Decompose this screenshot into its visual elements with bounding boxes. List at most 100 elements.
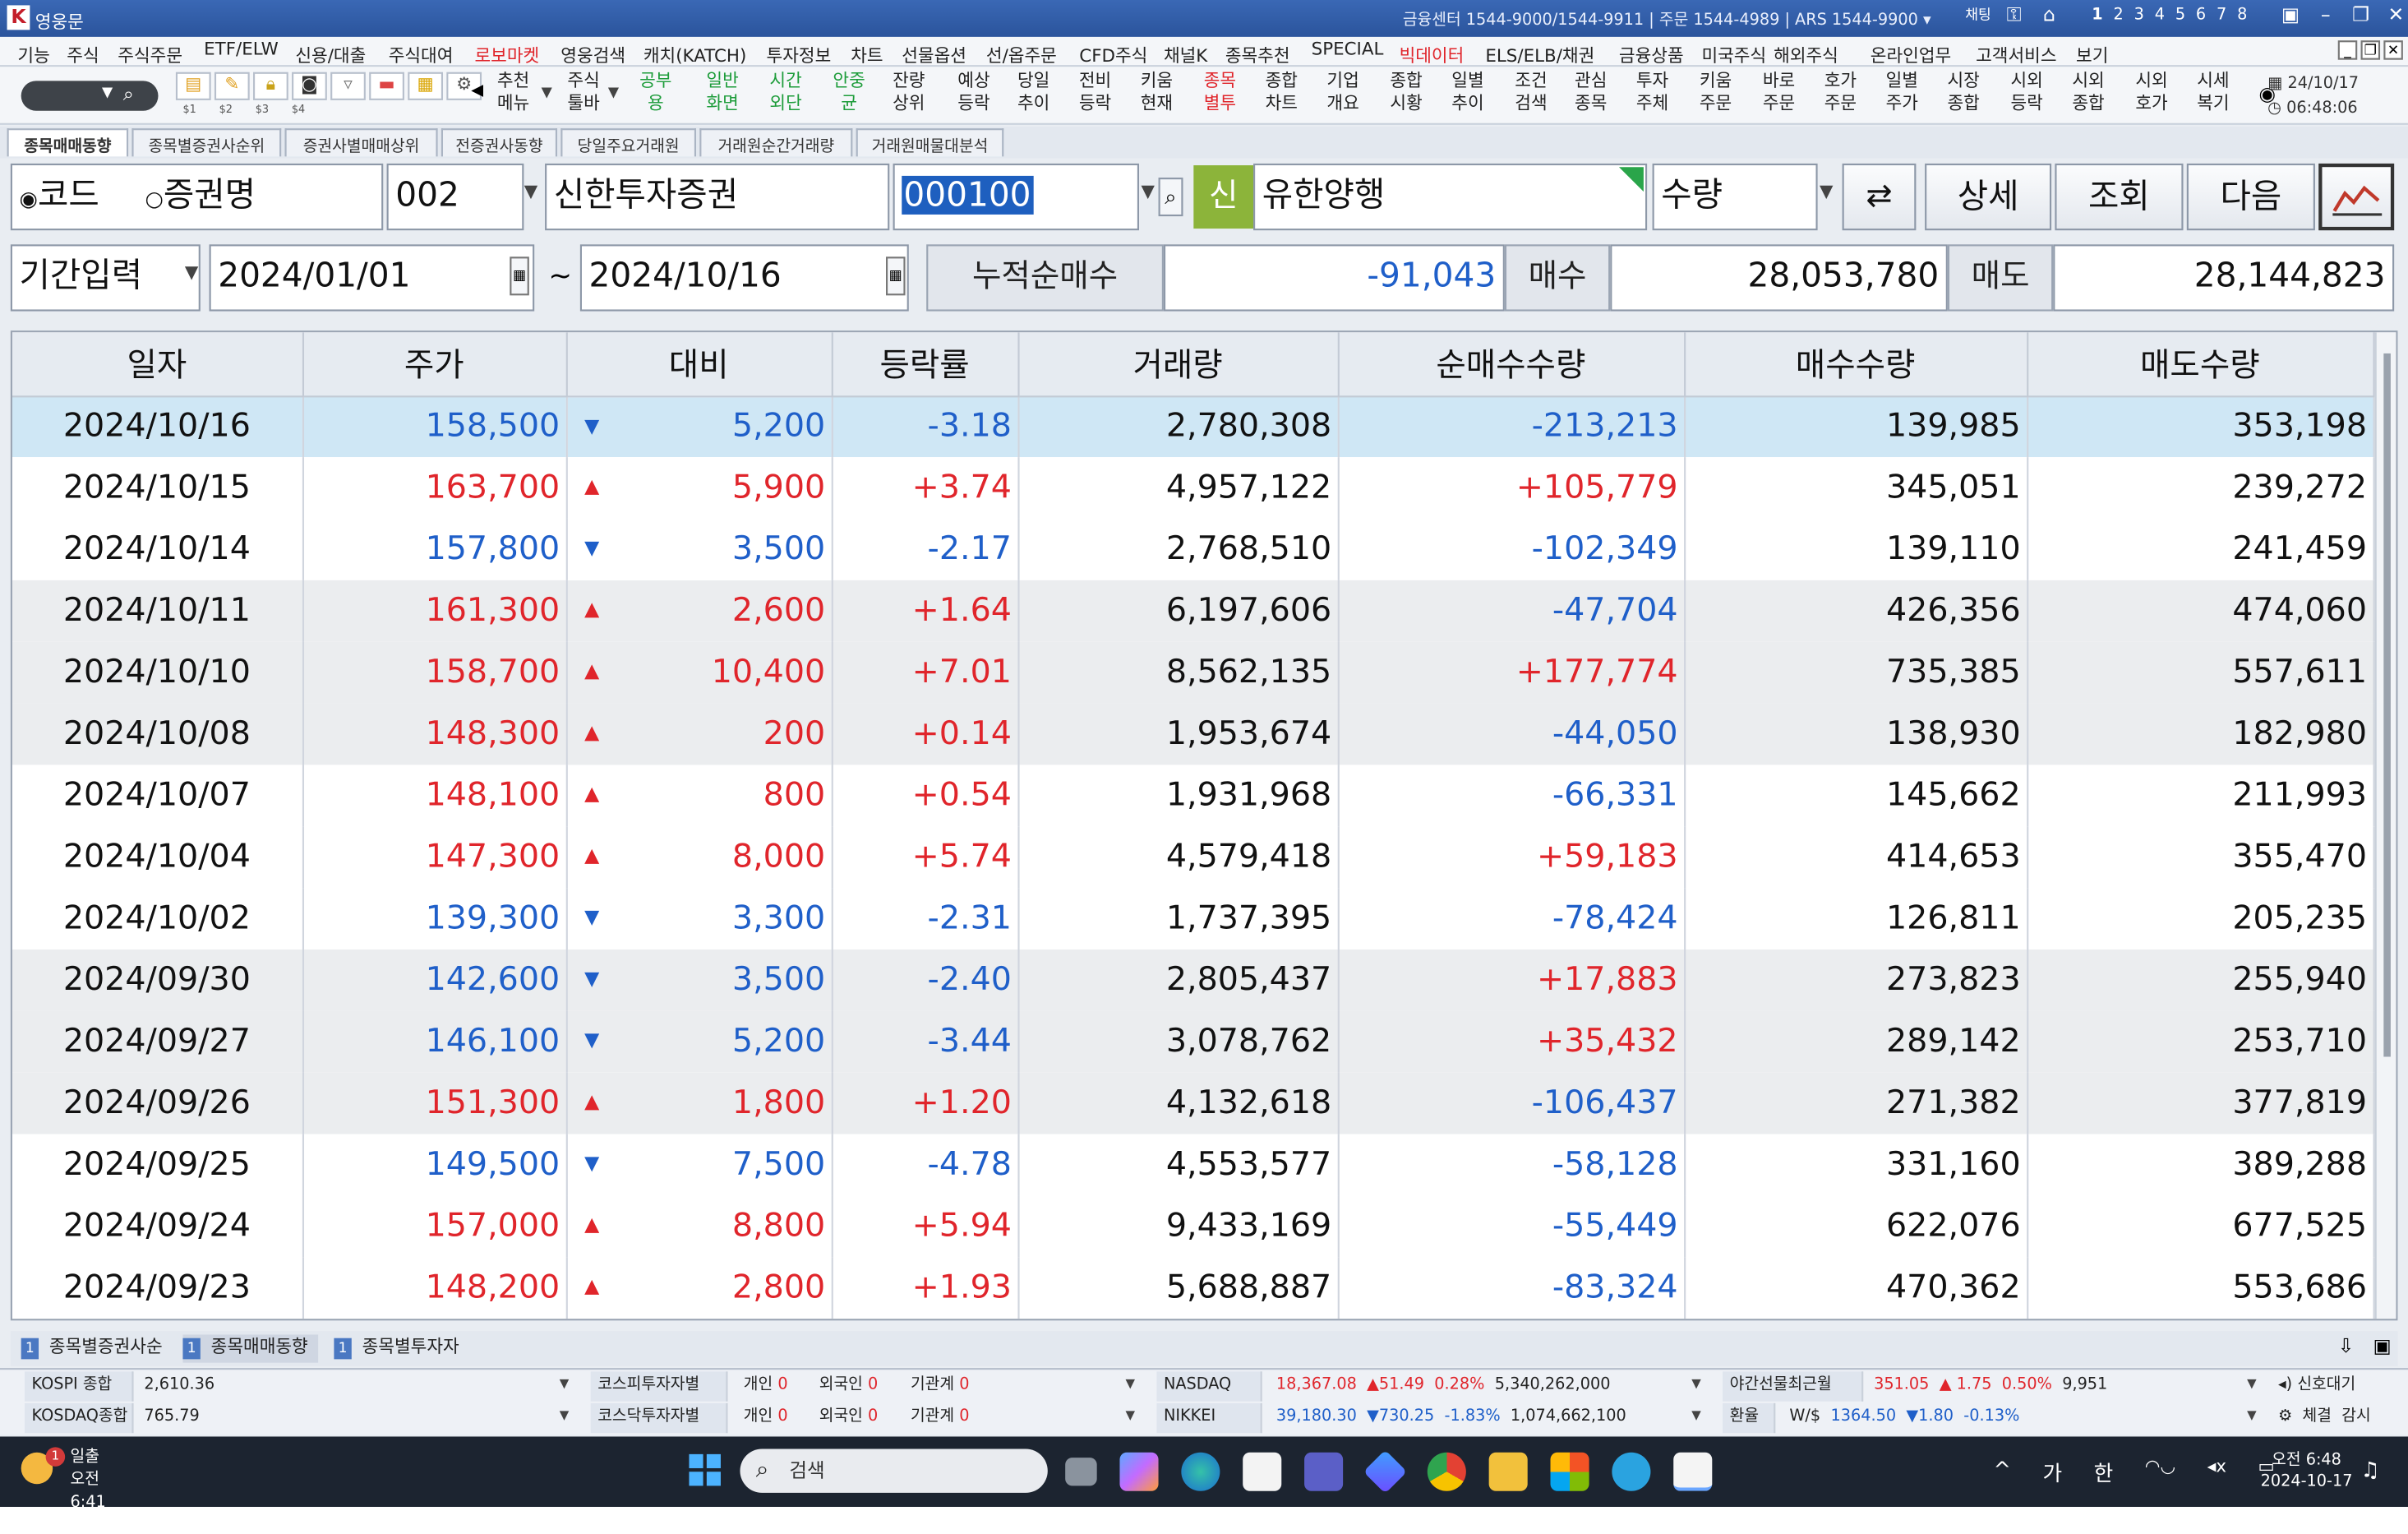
close-icon[interactable]: ✕ <box>2383 3 2408 28</box>
calendar-app-icon[interactable] <box>1243 1452 1282 1491</box>
toolbar-shortcut-button[interactable]: 키움 주문 <box>1687 71 1743 117</box>
toolbar-slot[interactable]: $4 <box>292 104 305 116</box>
column-header[interactable]: 주가 <box>302 332 567 397</box>
home-icon[interactable]: ⌂ <box>2037 3 2061 28</box>
screen-number-tab[interactable]: 5 <box>2175 7 2185 25</box>
table-row[interactable]: 2024/10/14 157,800 ▼ 3,500 -2.17 2,768,510 -10… <box>12 518 2374 580</box>
column-header[interactable]: 일자 <box>12 332 303 397</box>
toolbar-shortcut-button[interactable]: 관심 종목 <box>1562 71 1618 117</box>
toolbar-shortcut-button[interactable]: 추천 메뉴 <box>485 71 541 117</box>
volume-icon[interactable]: ◂x <box>2207 1458 2226 1487</box>
bottom-window-tab[interactable]: 1 종목별증권사순 <box>21 1334 173 1362</box>
windows-start-icon[interactable] <box>689 1453 721 1486</box>
nikkei-label[interactable]: NIKKEI <box>1156 1402 1262 1434</box>
bottom-window-tab[interactable]: 1 종목매매동향 <box>182 1334 319 1363</box>
mdi-close-icon[interactable]: ✕ <box>2383 40 2403 60</box>
toolbar-shortcut-button[interactable]: 기업 개요 <box>1315 71 1371 117</box>
menu-item[interactable]: 주식 <box>67 40 99 67</box>
taskbar-search[interactable]: ⌕ 검색 <box>740 1449 1048 1493</box>
table-row[interactable]: 2024/10/08 148,300 ▲ 200 +0.14 1,953,674 -44,0… <box>12 703 2374 765</box>
lock-icon[interactable]: ⚿ <box>2002 3 2027 28</box>
contact-info[interactable]: 금융센터 1544-9000/1544-9911 | 주문 1544-4989 … <box>1403 7 1931 30</box>
date-from-field[interactable]: 2024/01/01 <box>209 244 535 312</box>
wifi-icon[interactable]: ◠◡ <box>2145 1458 2175 1487</box>
menu-item[interactable]: 금융상품 <box>1619 40 1684 67</box>
broker-code-field[interactable]: 002 <box>386 163 524 231</box>
chevron-down-icon[interactable]: ▼ <box>1687 1377 1705 1391</box>
store-icon[interactable] <box>1550 1452 1589 1491</box>
scrollbar-thumb[interactable] <box>2383 353 2391 1057</box>
chat-label[interactable]: 채팅 <box>1965 3 1991 28</box>
table-row[interactable]: 2024/10/02 139,300 ▼ 3,300 -2.31 1,737,395 -78… <box>12 888 2374 950</box>
toolbar-shortcut-button[interactable]: 시간 외단 <box>758 71 814 117</box>
table-scrollbar[interactable] <box>2374 332 2396 1319</box>
broker-code-dropdown-icon[interactable]: ▼ <box>522 183 539 202</box>
calendar-icon[interactable]: ▦ <box>886 256 906 296</box>
hero-trading-app-icon[interactable] <box>1673 1452 1713 1491</box>
ime-mode[interactable]: 한 <box>2094 1458 2114 1487</box>
screen-tab[interactable]: 종목별증권사순위 <box>131 128 282 157</box>
unit-dropdown-icon[interactable]: ▼ <box>1818 183 1835 202</box>
stock-search-icon[interactable]: ⌕ <box>1158 178 1183 217</box>
telegram-icon[interactable] <box>1612 1452 1651 1491</box>
signal-wait[interactable]: ◂) 신호대기 <box>2278 1371 2355 1401</box>
chrome-icon[interactable] <box>1427 1452 1466 1491</box>
menu-item[interactable]: 투자정보 <box>767 40 832 67</box>
column-header[interactable]: 매도수량 <box>2027 332 2374 397</box>
screen-number-tab[interactable]: 1 <box>2092 7 2102 25</box>
memo-icon[interactable]: ▦ <box>408 72 444 100</box>
task-view-icon[interactable] <box>1065 1458 1097 1486</box>
screen-tab[interactable]: 거래원매물대분석 <box>856 128 1004 157</box>
chevron-down-icon[interactable]: ▼ <box>1122 1408 1139 1422</box>
chevron-down-icon[interactable]: ▼ <box>2243 1408 2260 1422</box>
mdi-restore-icon[interactable]: ❐ <box>2360 40 2381 60</box>
toolbar-shortcut-button[interactable]: 안중 균 <box>821 71 877 117</box>
kosdaq-label[interactable]: KOSDAQ종합 <box>24 1402 134 1434</box>
query-button[interactable]: 조회 <box>2055 163 2184 231</box>
nasdaq-label[interactable]: NASDAQ <box>1156 1371 1262 1402</box>
menu-item[interactable]: 빅데이터 <box>1400 40 1465 67</box>
pencil-icon[interactable]: ✎ <box>214 72 250 100</box>
toolbar-shortcut-button[interactable]: 바로 주문 <box>1751 71 1806 117</box>
menu-item[interactable]: 로보마켓 <box>475 40 540 67</box>
menu-item[interactable]: 신용/대출 <box>295 40 366 67</box>
search-icon[interactable]: ⌕ <box>123 83 134 108</box>
ime-language[interactable]: 가 <box>2043 1458 2063 1487</box>
mdi-minimize-icon[interactable]: _ <box>2337 40 2358 60</box>
stock-code-field[interactable]: 000100 <box>893 163 1140 231</box>
notepad-icon[interactable]: ▤ <box>175 72 211 100</box>
radio-code[interactable]: ◉코드 <box>20 176 99 215</box>
menu-item[interactable]: 기능 <box>17 40 49 67</box>
screen-tab[interactable]: 당일주요거래원 <box>560 128 697 157</box>
menu-item[interactable]: 종목추천 <box>1225 40 1290 67</box>
toolbar-shortcut-button[interactable]: 일별 주가 <box>1874 71 1930 117</box>
table-row[interactable]: 2024/10/04 147,300 ▲ 8,000 +5.74 4,579,418 +59… <box>12 826 2374 889</box>
toolbar-shortcut-button[interactable]: 종합 차트 <box>1253 71 1309 117</box>
menu-item[interactable]: 차트 <box>851 40 883 67</box>
stock-code-dropdown-icon[interactable]: ▼ <box>1139 183 1156 202</box>
filter-icon[interactable]: ▿ <box>330 72 366 100</box>
menu-item[interactable]: 영웅검색 <box>560 40 625 67</box>
toolbar-shortcut-button[interactable]: 주식 툴바 <box>556 71 611 117</box>
toolbar-shortcut-button[interactable]: 호가 주문 <box>1812 71 1868 117</box>
menu-item[interactable]: 보기 <box>2076 40 2108 67</box>
table-row[interactable]: 2024/10/10 158,700 ▲ 10,400 +7.01 8,562,135 +1… <box>12 641 2374 704</box>
screen-tab[interactable]: 전증권사동향 <box>441 128 558 157</box>
download-icon[interactable]: ⇩ <box>2338 1334 2355 1357</box>
unit-select[interactable]: 수량 <box>1652 163 1818 231</box>
menu-item[interactable]: 선물옵션 <box>902 40 966 67</box>
screen-number-tab[interactable]: 8 <box>2237 7 2247 25</box>
column-header[interactable]: 거래량 <box>1017 332 1339 397</box>
menu-item[interactable]: 해외주식 <box>1774 40 1838 67</box>
menu-item[interactable]: 온라인업무 <box>1871 40 1951 67</box>
toolbar-shortcut-button[interactable]: 시장 종합 <box>1935 71 1991 117</box>
next-button[interactable]: 다음 <box>2186 163 2315 231</box>
window-icon[interactable]: ▬ <box>369 72 404 100</box>
toolbar-shortcut-button[interactable]: 잔량 상위 <box>881 71 937 117</box>
menu-item[interactable]: 고객서비스 <box>1976 40 2056 67</box>
layout-icon[interactable]: ▣ <box>2278 3 2303 28</box>
menu-search-combo[interactable]: ▼ ⌕ <box>21 81 159 111</box>
kosdaq-investor-label[interactable]: 코스닥투자자별 <box>590 1402 728 1434</box>
menu-item[interactable]: 선/옵주문 <box>986 40 1057 67</box>
toolbar-shortcut-button[interactable]: 일반 화면 <box>694 71 750 117</box>
